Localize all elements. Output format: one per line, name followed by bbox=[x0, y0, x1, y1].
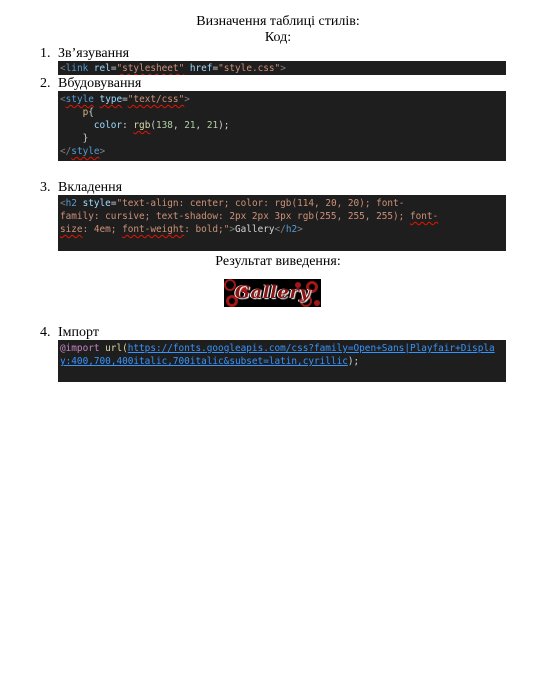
page-subtitle: Код: bbox=[264, 30, 292, 45]
list-item-label: Вкладення bbox=[58, 180, 123, 195]
list-item-number: 1. bbox=[40, 46, 51, 61]
list-item-linking: 1. Зв’язування bbox=[40, 46, 129, 61]
page-title: Визначення таблиці стилів: bbox=[196, 14, 360, 29]
gallery-heading: Gallery bbox=[234, 282, 311, 303]
list-item-label: Імпорт bbox=[58, 325, 99, 340]
code-block-import: @import url(https://fonts.googleapis.com… bbox=[58, 340, 506, 382]
list-item-number: 4. bbox=[40, 325, 51, 340]
result-label: Результат виведення: bbox=[215, 254, 341, 269]
list-item-inline: 3. Вкладення bbox=[40, 180, 122, 195]
gallery-result-image: Gallery bbox=[224, 279, 321, 307]
list-item-embedding: 2. Вбудовування bbox=[40, 76, 141, 91]
code-block-embedding: <style type="text/css"> p{ color: rgb(13… bbox=[58, 91, 506, 161]
list-item-import: 4. Імпорт bbox=[40, 325, 99, 340]
list-item-number: 2. bbox=[40, 76, 51, 91]
list-item-label: Зв’язування bbox=[58, 46, 130, 61]
list-item-label: Вбудовування bbox=[58, 76, 142, 91]
list-item-number: 3. bbox=[40, 180, 51, 195]
import-url-link[interactable]: https://fonts.googleapis.com/css?family=… bbox=[128, 343, 495, 354]
code-block-inline: <h2 style="text-align: center; color: rg… bbox=[58, 195, 506, 251]
import-url-link-continued[interactable]: y:400,700,400italic,700italic&subset=lat… bbox=[60, 356, 348, 367]
code-block-linking: <link rel="stylesheet" href="style.css"> bbox=[58, 61, 506, 75]
